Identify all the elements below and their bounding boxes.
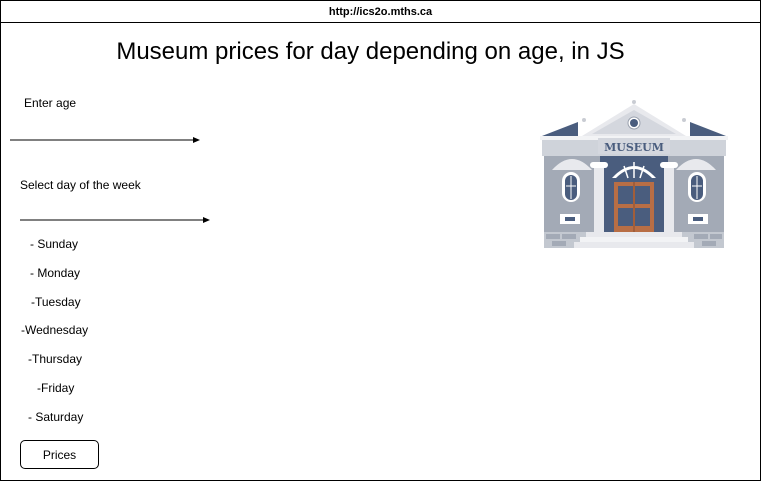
day-label: Select day of the week (20, 178, 141, 192)
day-option-saturday[interactable]: - Saturday (28, 410, 83, 424)
museum-building-icon: MUSEUM (540, 100, 728, 248)
prices-button[interactable]: Prices (20, 440, 99, 469)
day-option-monday[interactable]: - Monday (30, 266, 80, 280)
address-bar[interactable]: http://ics2o.mths.ca (1, 1, 760, 23)
day-option-thursday[interactable]: -Thursday (28, 352, 82, 366)
day-option-sunday[interactable]: - Sunday (30, 237, 78, 251)
day-select-arrow-icon[interactable] (20, 215, 214, 225)
day-option-friday[interactable]: -Friday (37, 381, 74, 395)
day-option-wednesday[interactable]: -Wednesday (21, 323, 88, 337)
age-label: Enter age (24, 96, 77, 110)
day-option-tuesday[interactable]: -Tuesday (31, 295, 81, 309)
museum-sign-text: MUSEUM (604, 141, 664, 154)
age-input-arrow-icon[interactable] (10, 135, 204, 145)
page-title: Museum prices for day depending on age, … (116, 38, 625, 65)
